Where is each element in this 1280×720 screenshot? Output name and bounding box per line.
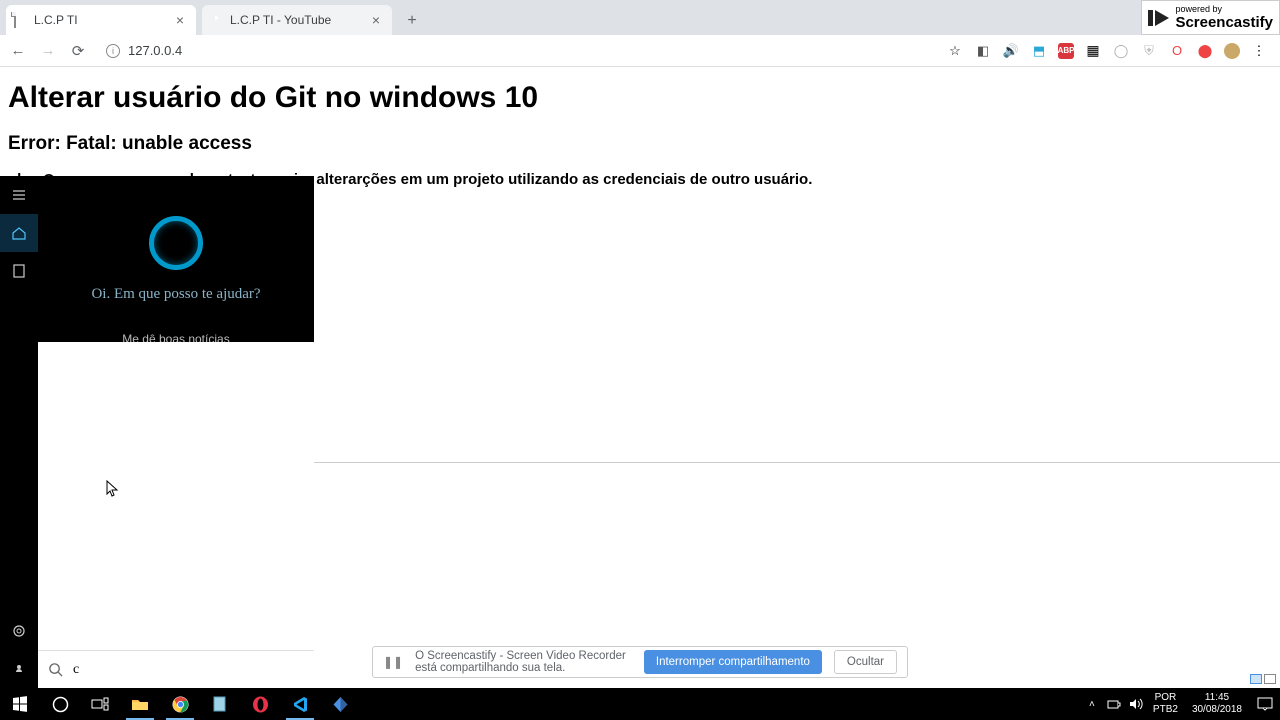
diamond-icon [332,696,349,713]
share-message: O Screencastify - Screen Video Recorder … [415,650,632,674]
address-bar[interactable]: i 127.0.0.4 [96,38,940,64]
cortana-notebook-button[interactable] [0,252,38,290]
adblock-icon[interactable]: ABP [1058,43,1074,59]
avatar-icon[interactable] [1224,43,1240,59]
gear-icon [11,623,27,639]
cortana-search-bar[interactable] [38,650,314,688]
volume-tray-icon[interactable] [1125,688,1147,720]
bookmark-star-icon[interactable]: ☆ [946,42,964,60]
screencastify-logo-icon [1148,10,1169,26]
cortana-circle-icon [52,696,69,713]
start-button[interactable] [0,688,40,720]
cortana-home-button[interactable] [0,214,38,252]
home-icon [11,225,27,241]
cortana-search-input[interactable] [73,662,304,678]
page-divider [314,462,1280,463]
notepad-icon [212,696,228,712]
extension-icon[interactable]: ⬒ [1030,42,1048,60]
task-view-button[interactable] [80,688,120,720]
reload-button[interactable]: ⟳ [66,39,90,63]
system-tray: ˄ POR PTB2 11:45 30/08/2018 [1081,688,1280,720]
back-button[interactable]: ← [6,39,30,63]
site-info-icon[interactable]: i [106,44,120,58]
browser-tab-active[interactable]: L.C.P TI × [6,5,196,35]
chrome-menu-icon[interactable]: ⋮ [1250,42,1268,60]
browser-toolbar: ← → ⟳ i 127.0.0.4 ☆ ◧ 🔊 ⬒ ABP ▦ ◯ ⛨ O ⬤ … [0,35,1280,67]
cortana-header: Oi. Em que posso te ajudar? Me dê boas n… [38,176,314,342]
cortana-suggestion: Me dê boas notícias [122,332,229,342]
task-view-icon [91,697,109,711]
tray-chevron-icon[interactable]: ˄ [1081,688,1103,720]
screen-share-bar: ❚❚ O Screencastify - Screen Video Record… [372,646,908,678]
toolbar-icons: ☆ ◧ 🔊 ⬒ ABP ▦ ◯ ⛨ O ⬤ ⋮ [946,42,1274,60]
screencastify-brand: Screencastify [1175,14,1273,31]
cortana-main: Oi. Em que posso te ajudar? Me dê boas n… [38,176,314,688]
chrome-icon [172,696,189,713]
address-text: 127.0.0.4 [128,43,182,58]
page-heading: Alterar usuário do Git no windows 10 [8,81,1272,115]
location-icon[interactable]: ◧ [974,42,992,60]
youtube-icon [210,13,224,27]
record-icon[interactable]: ⬤ [1196,42,1214,60]
windows-icon [12,696,28,712]
extension-icon-2[interactable]: ◯ [1112,42,1130,60]
network-icon[interactable] [1103,688,1125,720]
new-tab-button[interactable]: + [398,7,426,35]
chrome-taskbar[interactable] [160,688,200,720]
notification-icon [1257,697,1273,711]
file-explorer-taskbar[interactable] [120,688,160,720]
cortana-ring-icon [149,216,203,270]
hamburger-icon [11,187,27,203]
stop-sharing-button[interactable]: Interromper compartilhamento [644,650,822,674]
language-indicator[interactable]: POR PTB2 [1147,692,1184,716]
cortana-panel: Oi. Em que posso te ajudar? Me dê boas n… [0,176,314,688]
vscode-taskbar[interactable] [280,688,320,720]
browser-tabstrip: L.C.P TI × L.C.P TI - YouTube × + powere… [0,0,1280,35]
cortana-menu-button[interactable] [0,176,38,214]
qr-icon[interactable]: ▦ [1084,42,1102,60]
cortana-settings-button[interactable] [0,612,38,650]
browser-tab[interactable]: L.C.P TI - YouTube × [202,5,392,35]
volume-icon[interactable]: 🔊 [1002,42,1020,60]
opera-icon [252,696,269,713]
cortana-greeting: Oi. Em que posso te ajudar? [91,286,260,303]
cortana-feedback-button[interactable] [0,650,38,688]
tab-close-icon[interactable]: × [172,12,188,28]
view-toggle[interactable] [1250,674,1276,684]
notification-center-button[interactable] [1250,697,1280,711]
notebook-icon [11,263,27,279]
cortana-results-area [38,342,314,650]
tab-close-icon[interactable]: × [368,12,384,28]
hide-sharing-button[interactable]: Ocultar [834,650,897,674]
tab-title: L.C.P TI - YouTube [230,13,368,27]
tab-title: L.C.P TI [34,13,172,27]
file-icon [14,13,28,27]
page-subheading: Error: Fatal: unable access [8,133,1272,155]
shield-icon[interactable]: ⛨ [1140,42,1158,60]
folder-icon [131,697,149,711]
opera-icon[interactable]: O [1168,42,1186,60]
vscode-icon [292,696,309,713]
screencastify-badge: powered by Screencastify [1141,0,1280,35]
clock[interactable]: 11:45 30/08/2018 [1184,692,1250,716]
cortana-sidebar [0,176,38,688]
mouse-cursor-icon [106,480,120,503]
sourcetree-taskbar[interactable] [320,688,360,720]
pause-icon[interactable]: ❚❚ [383,655,403,669]
powered-by-label: powered by [1175,5,1273,14]
cortana-taskbar-button[interactable] [40,688,80,720]
opera-taskbar[interactable] [240,688,280,720]
list-view-icon [1264,674,1276,684]
search-icon [48,662,63,677]
feedback-icon [11,661,27,677]
windows-taskbar: ˄ POR PTB2 11:45 30/08/2018 [0,688,1280,720]
notepad-taskbar[interactable] [200,688,240,720]
grid-view-icon [1250,674,1262,684]
forward-button[interactable]: → [36,39,60,63]
